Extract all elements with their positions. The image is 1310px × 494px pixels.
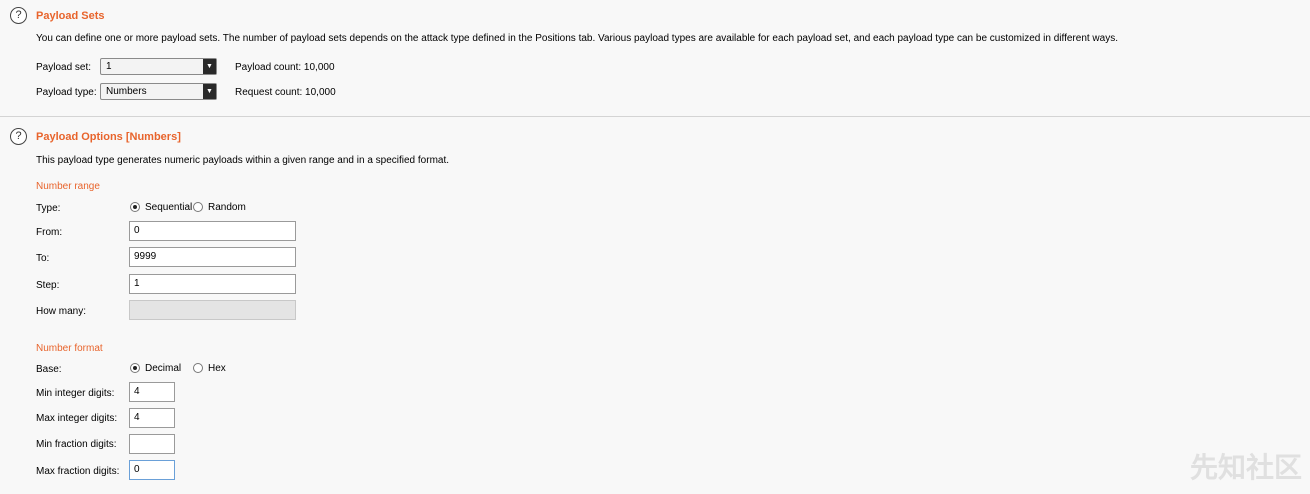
radio-random[interactable]	[193, 202, 203, 212]
watermark-logo: 先知社区	[1189, 452, 1302, 483]
chevron-down-icon: ▼	[203, 84, 216, 99]
from-input[interactable]: 0	[129, 221, 296, 241]
min-integer-digits-input[interactable]: 4	[129, 382, 175, 402]
max-fraction-digits-input[interactable]: 0	[129, 460, 175, 480]
radio-hex[interactable]	[193, 363, 203, 373]
min-fraction-digits-input[interactable]	[129, 434, 175, 454]
hex-label: Hex	[208, 363, 226, 374]
min-fraction-digits-label: Min fraction digits:	[36, 439, 117, 450]
radio-sequential[interactable]	[130, 202, 140, 212]
payload-type-label: Payload type:	[36, 87, 97, 98]
payload-count: Payload count: 10,000	[235, 62, 335, 73]
to-input[interactable]: 9999	[129, 247, 296, 267]
max-fraction-digits-label: Max fraction digits:	[36, 466, 120, 477]
payload-set-select[interactable]: 1 ▼	[100, 58, 217, 75]
to-label: To:	[36, 253, 50, 264]
request-count: Request count: 10,000	[235, 87, 336, 98]
payload-type-select[interactable]: Numbers ▼	[100, 83, 217, 100]
max-integer-digits-label: Max integer digits:	[36, 413, 118, 424]
payload-sets-title: Payload Sets	[36, 10, 105, 22]
payload-set-label: Payload set:	[36, 62, 92, 73]
how-many-label: How many:	[36, 306, 87, 317]
decimal-label: Decimal	[145, 363, 182, 374]
type-label: Type:	[36, 203, 61, 214]
step-input[interactable]: 1	[129, 274, 296, 294]
payload-options-title: Payload Options [Numbers]	[36, 131, 181, 143]
step-label: Step:	[36, 280, 60, 291]
help-icon[interactable]: ?	[10, 7, 27, 24]
section-divider	[0, 116, 1310, 117]
chevron-down-icon: ▼	[203, 59, 216, 74]
payload-sets-description: You can define one or more payload sets.…	[36, 33, 1118, 44]
min-integer-digits-label: Min integer digits:	[36, 388, 115, 399]
random-label: Random	[208, 202, 246, 213]
base-label: Base:	[36, 364, 62, 375]
number-format-heading: Number format	[36, 343, 103, 354]
number-range-heading: Number range	[36, 181, 100, 192]
payload-type-value: Numbers	[106, 86, 147, 97]
payload-set-value: 1	[106, 61, 112, 72]
radio-decimal[interactable]	[130, 363, 140, 373]
help-icon[interactable]: ?	[10, 128, 27, 145]
how-many-input	[129, 300, 296, 320]
max-integer-digits-input[interactable]: 4	[129, 408, 175, 428]
from-label: From:	[36, 227, 63, 238]
sequential-label: Sequential	[145, 202, 193, 213]
payload-options-description: This payload type generates numeric payl…	[36, 155, 450, 166]
